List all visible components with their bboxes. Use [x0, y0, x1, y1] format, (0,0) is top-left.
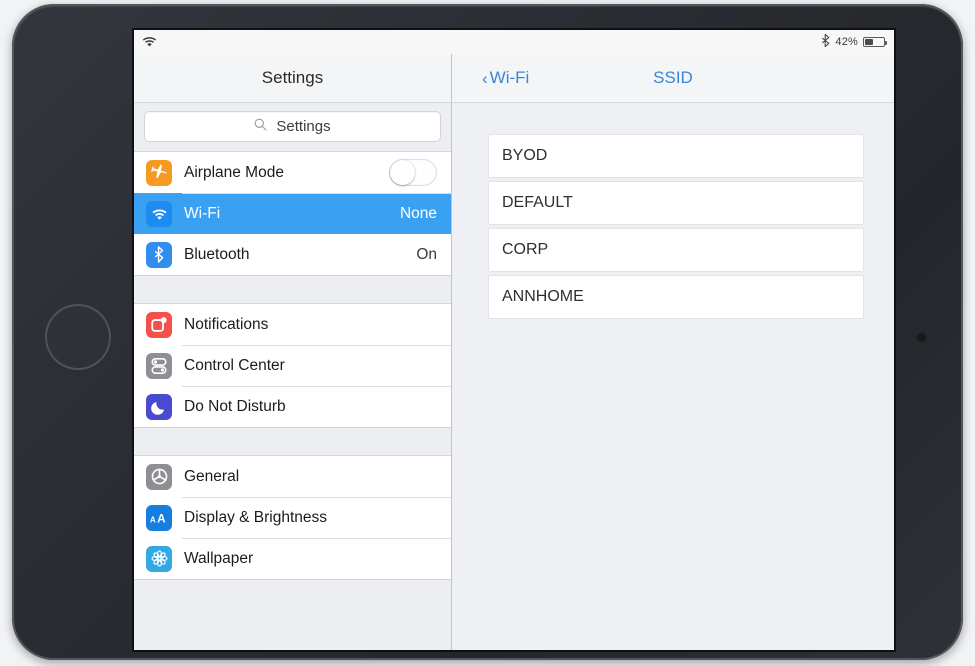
settings-sidebar: Settings Settings Airplane ModeWi-FiNon [134, 54, 452, 650]
wallpaper-icon [146, 546, 172, 572]
navigation-bar: ‹ Wi-Fi SSID [452, 54, 894, 103]
tablet-screen: 42% Settings [134, 30, 894, 650]
svg-text:A: A [157, 511, 166, 525]
display-brightness-icon: AA [146, 505, 172, 531]
sidebar-groups: Airplane ModeWi-FiNoneBluetoothOnNotific… [134, 151, 451, 580]
search-input[interactable]: Settings [144, 111, 441, 142]
status-bar-left [142, 35, 157, 50]
settings-row-airplane-mode[interactable]: Airplane Mode [134, 152, 451, 193]
ssid-name: CORP [502, 241, 548, 259]
search-icon [254, 118, 267, 136]
device-bezel: 42% Settings [12, 4, 963, 660]
settings-row-label: Wallpaper [184, 550, 437, 568]
settings-group: Airplane ModeWi-FiNoneBluetoothOn [134, 151, 451, 276]
page-title: Settings [262, 68, 323, 88]
ssid-name: BYOD [502, 147, 547, 165]
settings-row-label: Control Center [184, 357, 437, 375]
group-separator [134, 428, 451, 455]
settings-row-label: Display & Brightness [184, 509, 437, 527]
settings-row-control-center[interactable]: Control Center [134, 345, 451, 386]
ssid-row[interactable]: DEFAULT [488, 181, 864, 225]
notifications-icon [146, 312, 172, 338]
settings-row-bluetooth[interactable]: BluetoothOn [134, 234, 451, 275]
settings-row-notifications[interactable]: Notifications [134, 304, 451, 345]
settings-row-label: General [184, 468, 437, 486]
settings-row-wi-fi[interactable]: Wi-FiNone [134, 193, 451, 234]
bluetooth-icon [146, 242, 172, 268]
airplane-icon [146, 160, 172, 186]
general-gear-icon [146, 464, 172, 490]
sidebar-title-bar: Settings [134, 54, 451, 103]
back-button-label: Wi-Fi [490, 68, 530, 88]
front-camera-icon [918, 334, 925, 341]
search-container: Settings [134, 103, 451, 151]
battery-percentage: 42% [835, 36, 858, 48]
chevron-left-icon: ‹ [482, 70, 488, 87]
settings-row-label: Wi-Fi [184, 205, 400, 223]
svg-text:A: A [150, 515, 156, 524]
do-not-disturb-icon [146, 394, 172, 420]
settings-row-label: Do Not Disturb [184, 398, 437, 416]
settings-row-label: Bluetooth [184, 246, 416, 264]
ssid-row[interactable]: CORP [488, 228, 864, 272]
bluetooth-icon [822, 34, 830, 50]
ssid-name: ANNHOME [502, 288, 584, 306]
wifi-icon [146, 201, 172, 227]
toggle-knob [390, 160, 415, 185]
settings-row-label: Airplane Mode [184, 164, 389, 182]
settings-row-wallpaper[interactable]: Wallpaper [134, 538, 451, 579]
group-separator [134, 276, 451, 303]
settings-group: General AA Display & Brightness Wallpaper [134, 455, 451, 580]
detail-pane: ‹ Wi-Fi SSID BYOD DEFAULT CORP ANNHOME [452, 54, 894, 650]
status-bar-right: 42% [822, 34, 885, 50]
settings-row-general[interactable]: General [134, 456, 451, 497]
ssid-list: BYOD DEFAULT CORP ANNHOME [452, 103, 894, 319]
settings-row-value: None [400, 205, 437, 223]
airplane-mode-toggle[interactable] [389, 159, 437, 186]
search-input-value: Settings [276, 118, 330, 135]
ssid-row[interactable]: BYOD [488, 134, 864, 178]
ssid-name: DEFAULT [502, 194, 573, 212]
settings-row-value: On [416, 246, 437, 264]
settings-group: Notifications Control Center Do Not Distur… [134, 303, 451, 428]
settings-row-do-not-disturb[interactable]: Do Not Disturb [134, 386, 451, 427]
settings-row-display-brightness[interactable]: AA Display & Brightness [134, 497, 451, 538]
home-button[interactable] [45, 304, 111, 370]
settings-row-label: Notifications [184, 316, 437, 334]
back-button-wifi[interactable]: ‹ Wi-Fi [482, 68, 529, 88]
control-center-icon [146, 353, 172, 379]
ssid-row[interactable]: ANNHOME [488, 275, 864, 319]
battery-icon [863, 37, 885, 47]
wifi-icon [142, 35, 157, 50]
status-bar: 42% [134, 30, 894, 54]
